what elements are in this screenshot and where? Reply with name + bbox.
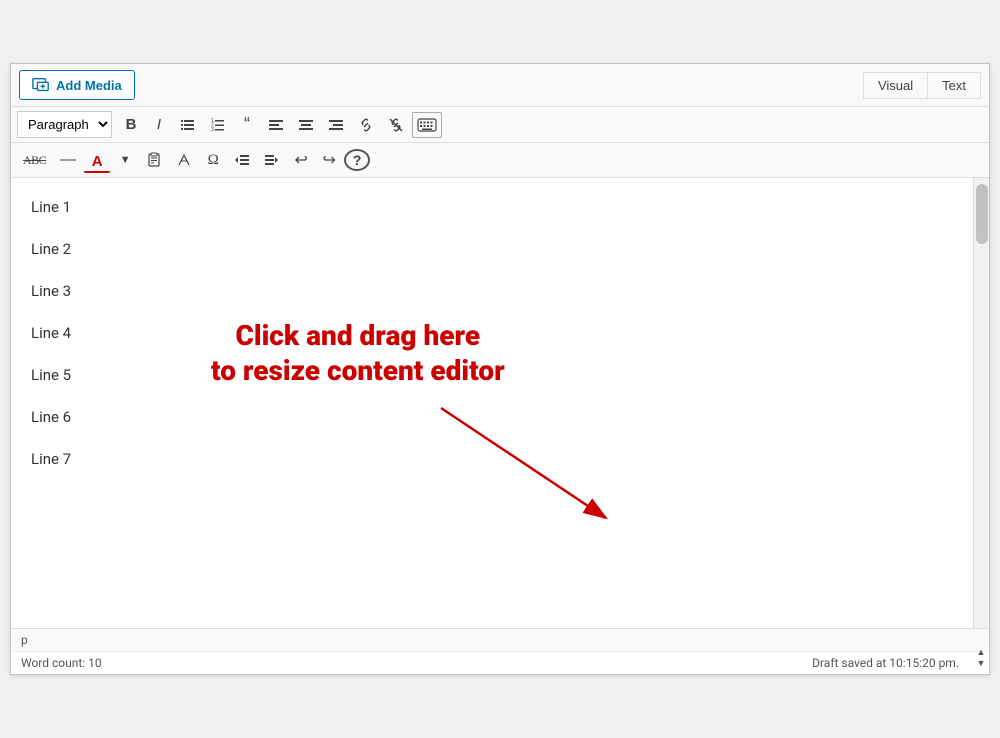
editor-line-1: Line 1	[31, 198, 953, 216]
resize-arrow-up: ▲	[977, 649, 986, 658]
toolbar-row-2: ABC — A ▼ Ω	[11, 143, 989, 178]
word-count-bar: Word count: 10 Draft saved at 10:15:20 p…	[11, 651, 989, 674]
clear-format-icon	[176, 152, 192, 168]
link-icon	[358, 117, 374, 133]
scrollbar-track[interactable]	[973, 178, 989, 628]
paragraph-select[interactable]: Paragraph	[17, 111, 112, 138]
align-left-button[interactable]	[262, 112, 290, 138]
current-tag: p	[21, 633, 28, 647]
editor-line-4: Line 4	[31, 324, 953, 342]
ol-icon: 1.2.3.	[210, 117, 226, 133]
view-tabs: Visual Text	[863, 72, 981, 99]
text-color-button[interactable]: A	[84, 147, 110, 173]
link-button[interactable]	[352, 112, 380, 138]
editor-line-6: Line 6	[31, 408, 953, 426]
blockquote-button[interactable]: “	[234, 112, 260, 138]
keyboard-icon	[417, 118, 437, 132]
redo-button[interactable]: ↪	[316, 147, 342, 173]
clear-format-button[interactable]	[170, 147, 198, 173]
add-media-label: Add Media	[56, 78, 122, 93]
top-bar: Add Media Visual Text	[11, 64, 989, 107]
horizontal-rule-button[interactable]: —	[54, 147, 82, 173]
word-count-label: Word count: 10	[21, 656, 102, 670]
tab-visual[interactable]: Visual	[863, 72, 927, 99]
editor-container: Add Media Visual Text Paragraph B I 1.2.…	[10, 63, 990, 675]
ul-icon	[180, 117, 196, 133]
tab-text[interactable]: Text	[927, 72, 981, 99]
toolbar-row-1: Paragraph B I 1.2.3. “	[11, 107, 989, 143]
editor-line-5: Line 5	[31, 366, 953, 384]
strikethrough-button[interactable]: ABC	[17, 147, 52, 173]
ordered-list-button[interactable]: 1.2.3.	[204, 112, 232, 138]
unlink-icon	[388, 117, 404, 133]
add-media-icon	[32, 76, 50, 94]
align-right-icon	[328, 117, 344, 133]
svg-text:3.: 3.	[211, 127, 215, 133]
status-tag-bar: p	[11, 628, 989, 651]
align-left-icon	[268, 117, 284, 133]
add-media-button[interactable]: Add Media	[19, 70, 135, 100]
align-center-icon	[298, 117, 314, 133]
bold-button[interactable]: B	[118, 112, 144, 138]
resize-arrow-down: ▼	[977, 660, 986, 669]
help-button[interactable]: ?	[344, 149, 370, 171]
undo-button[interactable]: ↩	[288, 147, 314, 173]
unordered-list-button[interactable]	[174, 112, 202, 138]
scrollbar-thumb[interactable]	[976, 184, 988, 244]
editor-line-2: Line 2	[31, 240, 953, 258]
align-center-button[interactable]	[292, 112, 320, 138]
color-dropdown-button[interactable]: ▼	[112, 147, 138, 173]
editor-line-7: Line 7	[31, 450, 953, 468]
paste-text-icon	[146, 152, 162, 168]
editor-line-3: Line 3	[31, 282, 953, 300]
indent-button[interactable]	[258, 147, 286, 173]
indent-icon	[264, 152, 280, 168]
keyboard-shortcut-button[interactable]	[412, 112, 442, 138]
resize-handle[interactable]: ▲ ▼	[973, 644, 989, 674]
unlink-button[interactable]	[382, 112, 410, 138]
special-char-button[interactable]: Ω	[200, 147, 226, 173]
outdent-button[interactable]	[228, 147, 256, 173]
draft-status: Draft saved at 10:15:20 pm.	[812, 656, 959, 670]
align-right-button[interactable]	[322, 112, 350, 138]
content-area: Line 1 Line 2 Line 3 Line 4 Line 5 Line …	[11, 178, 989, 628]
outdent-icon	[234, 152, 250, 168]
paste-text-button[interactable]	[140, 147, 168, 173]
editor-content[interactable]: Line 1 Line 2 Line 3 Line 4 Line 5 Line …	[11, 178, 973, 628]
italic-button[interactable]: I	[146, 112, 172, 138]
